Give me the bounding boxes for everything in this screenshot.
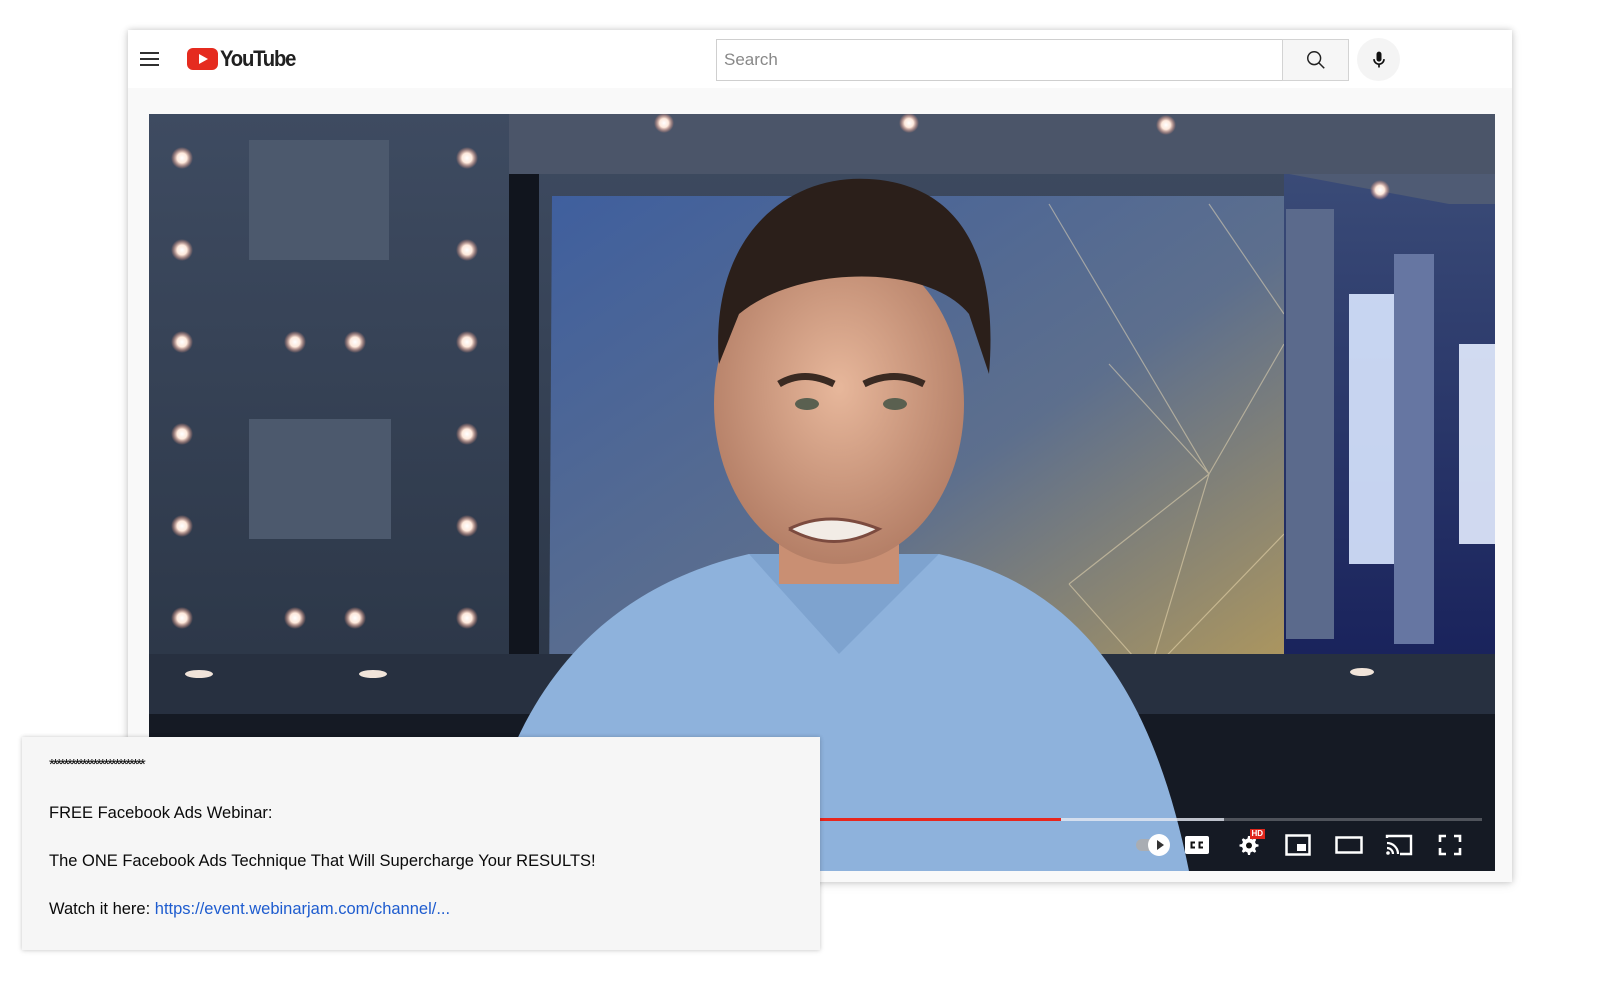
- description-separator: **************************: [49, 756, 146, 773]
- search-input[interactable]: [717, 40, 1283, 80]
- description-cta: Watch it here: https://event.webinarjam.…: [49, 899, 793, 947]
- hamburger-menu-icon: [140, 52, 159, 54]
- masthead: YouTube: [128, 30, 1512, 88]
- search-icon: [1306, 51, 1325, 69]
- autoplay-knob: [1147, 834, 1170, 856]
- description-heading: FREE Facebook Ads Webinar:: [49, 804, 273, 822]
- miniplayer-button[interactable]: [1273, 830, 1324, 860]
- subtitles-button[interactable]: [1172, 830, 1223, 860]
- cc-icon: [1185, 836, 1210, 854]
- guide-menu-button[interactable]: [138, 47, 162, 71]
- youtube-play-logo-icon: [187, 48, 218, 70]
- description-tagline: The ONE Facebook Ads Technique That Will…: [49, 852, 596, 870]
- fullscreen-icon: [1438, 834, 1462, 856]
- search-button[interactable]: [1282, 39, 1349, 81]
- theater-mode-button[interactable]: [1324, 830, 1375, 860]
- search-box: [716, 39, 1283, 81]
- voice-search-button[interactable]: [1357, 38, 1400, 81]
- webinar-link[interactable]: https://event.webinarjam.com/channel/...: [155, 900, 450, 918]
- logo-text: YouTube: [220, 46, 296, 71]
- miniplayer-icon: [1285, 834, 1311, 856]
- fullscreen-button[interactable]: [1425, 830, 1476, 860]
- settings-button[interactable]: HD: [1223, 829, 1274, 860]
- autoplay-toggle[interactable]: [1122, 830, 1173, 860]
- theater-mode-icon: [1335, 836, 1363, 854]
- cast-icon: [1386, 834, 1413, 856]
- hd-badge: HD: [1249, 829, 1266, 839]
- player-controls: HD: [1122, 829, 1476, 860]
- hamburger-menu-icon-bar: [140, 64, 159, 66]
- cta-prefix: Watch it here:: [49, 900, 155, 918]
- youtube-logo[interactable]: YouTube: [187, 46, 302, 71]
- cast-button[interactable]: [1374, 830, 1425, 860]
- autoplay-toggle-icon: [1135, 834, 1170, 856]
- microphone-icon: [1372, 51, 1385, 67]
- hamburger-menu-icon-bar: [140, 58, 159, 60]
- video-description: ************************** FREE Facebook…: [22, 737, 820, 950]
